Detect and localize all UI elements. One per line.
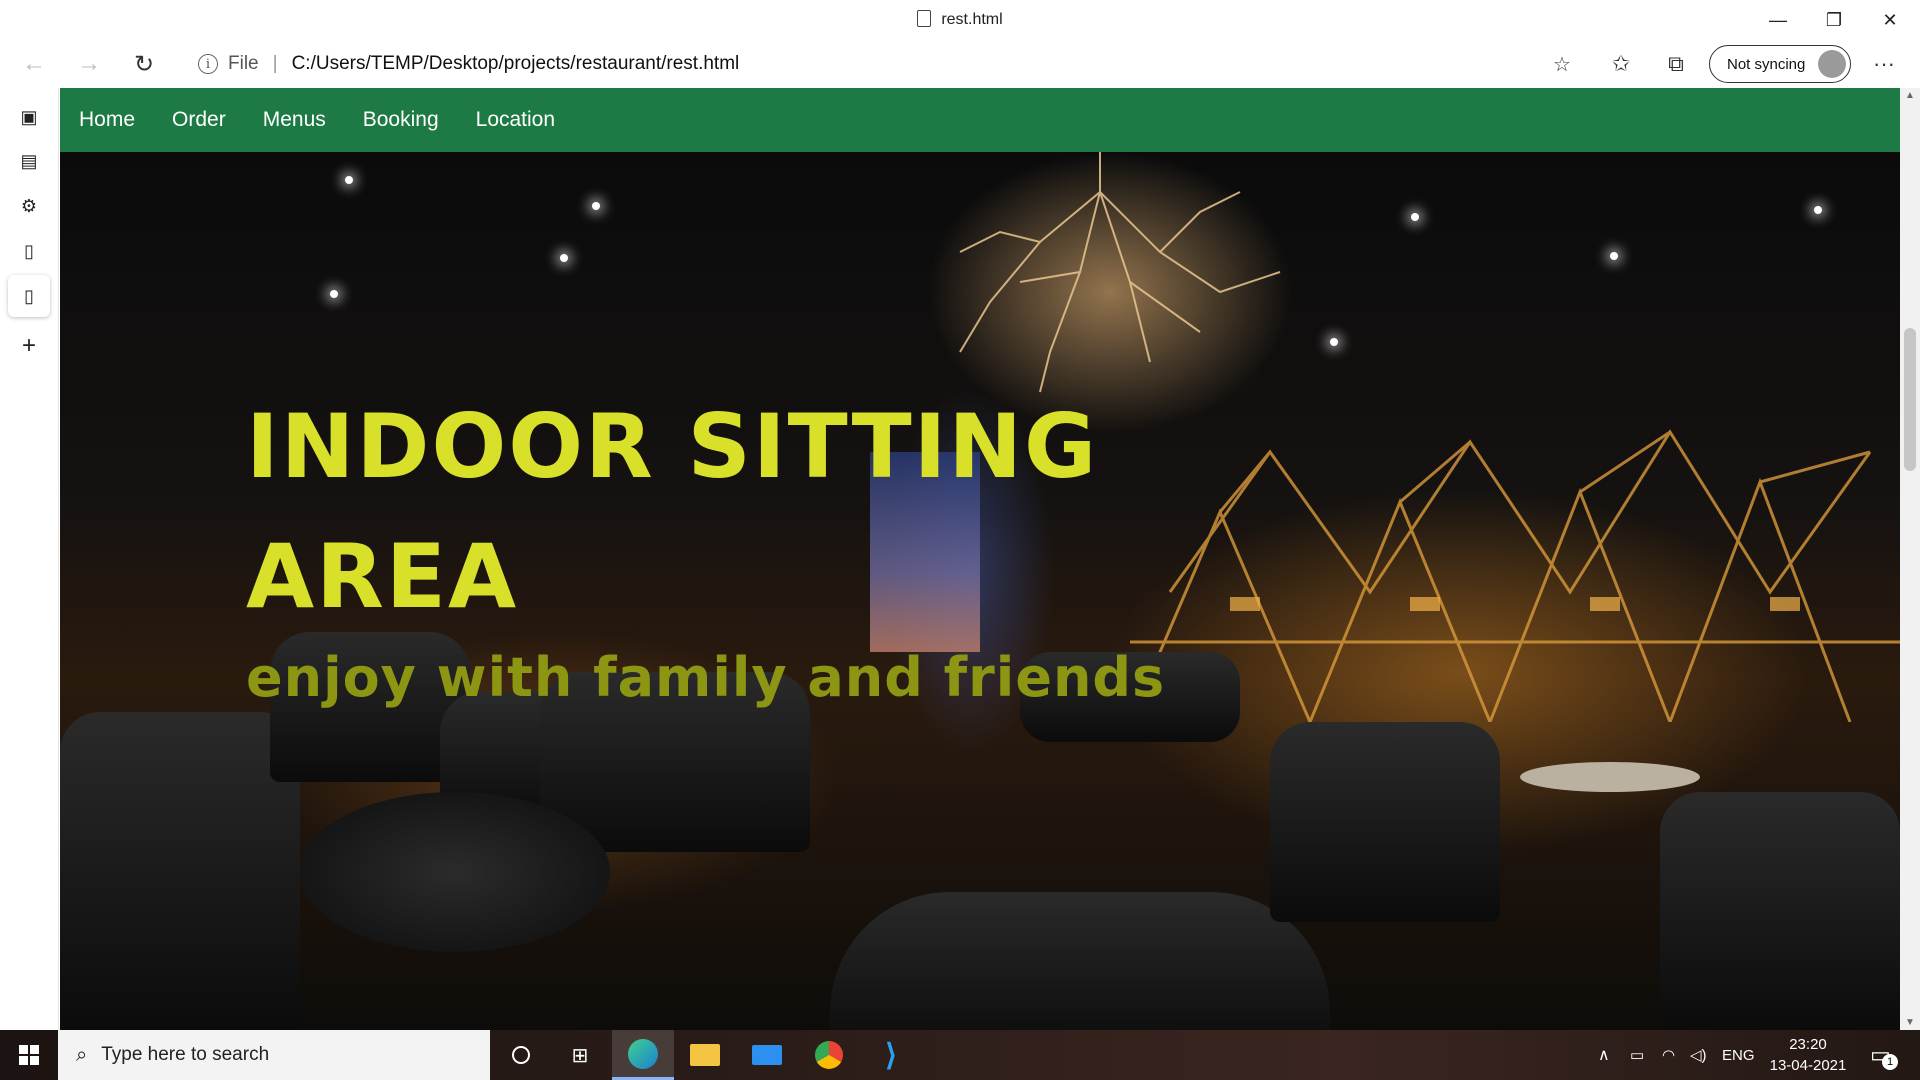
more-menu-icon[interactable]: ··· — [1866, 46, 1902, 82]
page-viewport: Home Order Menus Booking Location INDOOR… — [60, 88, 1900, 1030]
language-indicator[interactable]: ENG — [1722, 1030, 1755, 1080]
show-hidden-icons-icon[interactable]: ∧ — [1598, 1030, 1610, 1080]
title-bar: rest.html — ❐ ✕ — [0, 0, 1920, 40]
ceiling-light — [1330, 338, 1338, 346]
ceiling-light — [560, 254, 568, 262]
scheme-label: File — [228, 53, 259, 74]
sync-label: Not syncing — [1727, 55, 1806, 73]
wifi-icon[interactable]: ◠ — [1662, 1030, 1675, 1080]
collections-icon[interactable]: ⧉ — [1658, 46, 1694, 82]
forward-arrow-icon: → — [77, 50, 101, 77]
vertical-tabs-sidebar: ▣ ▤ ⚙ ▯ ▯ + — [0, 88, 59, 1030]
close-button[interactable]: ✕ — [1862, 0, 1918, 40]
back-arrow-icon: ← — [22, 50, 46, 77]
mail-icon[interactable] — [736, 1030, 798, 1080]
hero-restaurant-image: INDOOR SITTING AREA enjoy with family an… — [60, 152, 1900, 1030]
forward-button[interactable]: → — [71, 46, 107, 82]
round-table — [1520, 762, 1700, 792]
ceiling-light — [1411, 213, 1419, 221]
volume-icon[interactable]: ◁) — [1690, 1030, 1707, 1080]
tab-calendar-icon[interactable]: ▤ — [14, 146, 44, 176]
address-separator: | — [272, 53, 278, 74]
nav-menus-link[interactable]: Menus — [263, 108, 326, 132]
refresh-icon: ↻ — [133, 50, 155, 78]
clock-time: 23:20 — [1789, 1036, 1827, 1053]
refresh-button[interactable]: ↻ — [126, 46, 162, 82]
clock-date: 13-04-2021 — [1769, 1057, 1847, 1074]
hero-subheading: enjoy with family and friends — [246, 646, 1166, 709]
browser-toolbar: ← → ↻ i File | C:/Users/TEMP/Desktop/pro… — [0, 40, 1920, 88]
url-text[interactable]: C:/Users/TEMP/Desktop/projects/restauran… — [292, 53, 740, 75]
ceiling-light — [592, 202, 600, 210]
minimize-button[interactable]: — — [1750, 0, 1806, 40]
armchair — [60, 712, 300, 1030]
file-explorer-icon[interactable] — [674, 1030, 736, 1080]
start-button[interactable] — [0, 1030, 58, 1080]
taskbar-search-box[interactable]: ⌕ Type here to search — [58, 1030, 490, 1080]
new-tab-plus-icon[interactable]: + — [14, 331, 44, 361]
document-icon — [917, 10, 932, 27]
hero-heading-line2: AREA — [246, 525, 519, 628]
ceiling-light — [1814, 206, 1822, 214]
hero-heading-line1: INDOOR SITTING — [246, 395, 1099, 498]
battery-icon[interactable]: ▭ — [1630, 1030, 1644, 1080]
tab-title-text: rest.html — [941, 11, 1003, 28]
chandelier-graphic — [959, 152, 1281, 393]
task-view-icon[interactable]: ⊞ — [549, 1030, 611, 1080]
scroll-down-arrow-icon[interactable]: ▼ — [1905, 1017, 1915, 1028]
add-favorite-icon[interactable]: ☆ — [1544, 46, 1580, 82]
marble-table — [300, 792, 610, 952]
armchair — [1660, 792, 1900, 1030]
tab-active-page-icon[interactable]: ▯ — [8, 275, 50, 317]
ceiling-light — [345, 176, 353, 184]
ceiling-light — [1610, 252, 1618, 260]
nav-order-link[interactable]: Order — [172, 108, 226, 132]
scroll-up-arrow-icon[interactable]: ▲ — [1905, 90, 1915, 101]
taskbar-clock[interactable]: 23:20 13-04-2021 — [1760, 1034, 1856, 1076]
notification-count-badge: 1 — [1882, 1054, 1898, 1070]
back-button[interactable]: ← — [16, 46, 52, 82]
windows-logo-icon — [18, 1044, 40, 1066]
address-bar[interactable]: i File | C:/Users/TEMP/Desktop/projects/… — [180, 44, 1586, 84]
edge-taskbar-icon[interactable] — [612, 1030, 674, 1080]
window-title: rest.html — [0, 10, 1920, 29]
tab-actions-icon[interactable]: ▣ — [14, 102, 44, 132]
nav-home-link[interactable]: Home — [79, 108, 135, 132]
search-icon: ⌕ — [76, 1043, 88, 1066]
nav-booking-link[interactable]: Booking — [363, 108, 439, 132]
notifications-icon[interactable]: ▭ 1 — [1870, 1030, 1898, 1080]
tab-page-icon[interactable]: ▯ — [14, 236, 44, 266]
info-icon[interactable]: i — [198, 54, 218, 74]
hero-heading: INDOOR SITTING AREA — [246, 382, 1146, 642]
chrome-icon[interactable] — [798, 1030, 860, 1080]
sync-button[interactable]: Not syncing — [1709, 45, 1851, 83]
gold-lattice-graphic — [1130, 429, 1900, 722]
armchair — [830, 892, 1330, 1030]
tab-settings-icon[interactable]: ⚙ — [14, 191, 44, 221]
search-placeholder: Type here to search — [101, 1044, 270, 1065]
windows-taskbar: ⌕ Type here to search ⊞ ⟩ ∧ ▭ ◠ ◁) ENG 2… — [0, 1030, 1920, 1080]
avatar — [1818, 50, 1846, 78]
vscode-icon[interactable]: ⟩ — [860, 1030, 922, 1080]
nav-location-link[interactable]: Location — [476, 108, 555, 132]
scrollbar-thumb[interactable] — [1904, 328, 1916, 471]
ceiling-light — [330, 290, 338, 298]
restore-button[interactable]: ❐ — [1806, 0, 1862, 40]
cortana-icon[interactable] — [490, 1030, 552, 1080]
page-scrollbar[interactable]: ▲ ▼ — [1900, 88, 1920, 1030]
armchair — [1270, 722, 1500, 922]
favorites-icon[interactable]: ✩ — [1603, 46, 1639, 82]
site-nav: Home Order Menus Booking Location — [60, 88, 1900, 152]
